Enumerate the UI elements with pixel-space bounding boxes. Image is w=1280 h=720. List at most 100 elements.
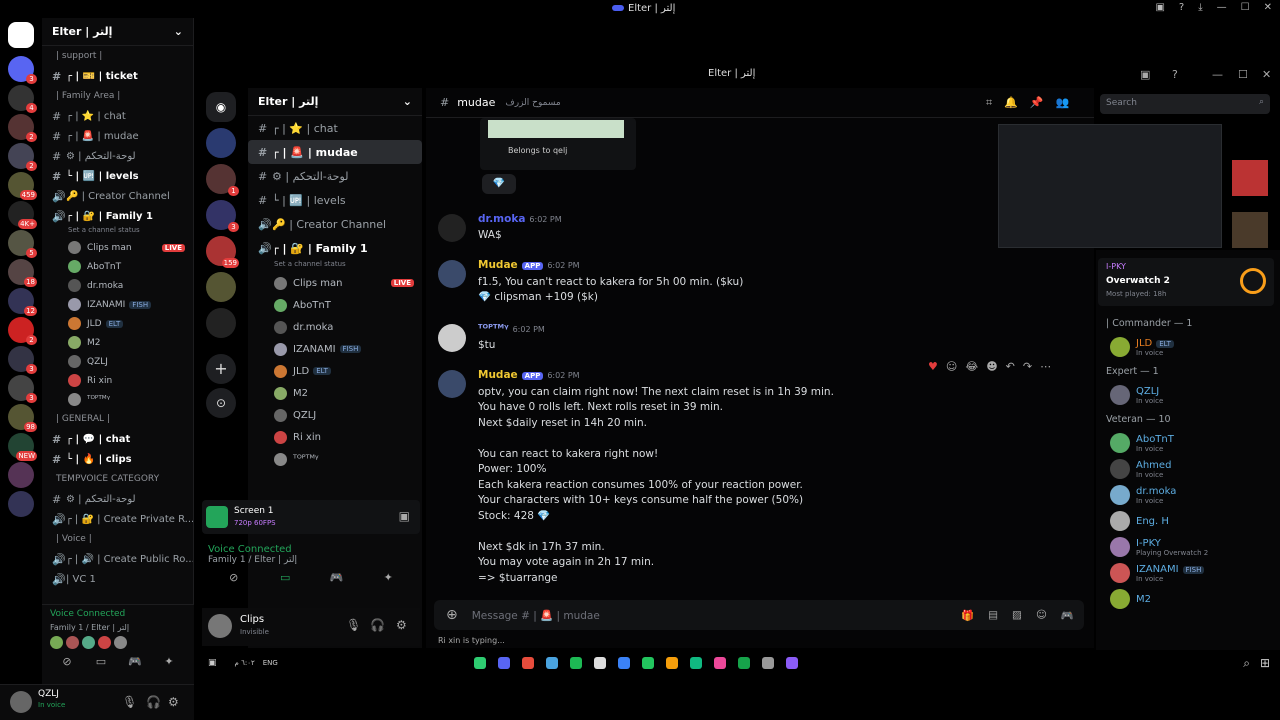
member-item[interactable]: QZLJ In voice [1096,382,1280,408]
windows-icon[interactable]: ⊞ [1260,656,1270,670]
add-reaction-icon[interactable]: ☻ [986,360,997,373]
server-icon[interactable] [206,308,236,338]
channel-item[interactable]: # ┌ | ⭐ | chat [248,116,422,140]
server-icon[interactable] [8,491,34,517]
avatar[interactable] [438,214,466,242]
activity-icon[interactable]: 🎮 [125,655,145,668]
message-author[interactable]: dr.moka [478,213,525,225]
taskbar-app-icon[interactable] [617,657,630,669]
inbox-icon[interactable]: ▣ [1155,2,1164,13]
activity-icon[interactable]: 🎮 [327,571,347,584]
taskbar-app-icon[interactable] [785,657,798,669]
kakera-reaction[interactable]: 💎 [482,174,516,194]
taskbar-app-icon[interactable] [761,657,774,669]
channel-item[interactable]: # ⚙ | لوحة-التحكم [42,146,193,166]
server-icon[interactable]: 1 [206,164,239,196]
server-icon[interactable]: 12 [8,288,37,316]
voice-user[interactable]: QZLJ [42,352,193,371]
voice-user[interactable]: M2 [42,333,193,352]
help-icon[interactable]: ? [1179,2,1184,13]
voice-user[interactable]: Clips man LIVE [248,272,422,294]
avatar[interactable] [438,370,466,398]
channel-item[interactable]: 🔊 🔑 | Creator Channel [42,186,193,206]
taskbar-app-icon[interactable] [665,657,678,669]
avatar[interactable] [208,614,232,638]
server-icon[interactable]: 2 [8,317,37,345]
channel-item[interactable]: # ┌ | 🎫 | ticket [42,66,193,86]
discord-home-icon[interactable] [8,22,34,48]
message-input[interactable]: ⊕ Message # | 🚨 | mudae 🎁 ▤ ▨ ☺ 🎮 [434,600,1084,630]
member-item[interactable]: IZANAMI FISH In voice [1096,560,1280,586]
soundboard-icon[interactable]: ✦ [159,655,179,668]
laugh-icon[interactable]: 😂 [965,360,978,373]
gift-icon[interactable]: 🎁 [961,609,974,622]
server-icon[interactable] [8,462,34,488]
member-item[interactable]: M2 [1096,586,1280,612]
sticker-icon[interactable]: ▨ [1012,609,1022,622]
server-icon[interactable]: NEW [8,433,37,461]
add-server-icon[interactable]: + [206,354,236,384]
channel-status[interactable]: Set a channel status [248,260,422,272]
voice-user[interactable]: Clips man LIVE [42,238,193,257]
maximize-icon[interactable]: ☐ [1241,2,1250,13]
apps-icon[interactable]: 🎮 [1061,609,1074,622]
server-icon[interactable]: 3 [8,346,37,374]
server-icon[interactable]: 3 [8,375,37,403]
channel-item[interactable]: # ┌ | ⭐ | chat [42,106,193,126]
voice-user[interactable]: QZLJ [248,404,422,426]
voice-user[interactable]: IZANAMI FISH [248,338,422,360]
channel-item[interactable]: # └ | 🆙 | levels [248,188,422,212]
channel-item[interactable]: # └ | 🆙 | levels [42,166,193,186]
taskbar-app-icon[interactable] [737,657,750,669]
server-icon[interactable]: 18 [8,259,37,287]
add-attachment-icon[interactable]: ⊕ [446,607,458,623]
message-author[interactable]: Mudae [478,369,518,381]
search-icon[interactable]: ⌕ [1243,656,1250,671]
member-item[interactable]: JLD ELT In voice [1096,334,1280,360]
gif-icon[interactable]: ▤ [988,609,998,622]
soundboard-icon[interactable]: ✦ [378,571,398,584]
camera-icon[interactable]: ⊘ [57,655,77,668]
taskbar-app-icon[interactable] [473,657,486,669]
message-author[interactable]: ᵀᴼᴾᵀᴹᵞ [478,323,509,335]
taskbar-app-icon[interactable] [641,657,654,669]
server-icon[interactable]: 3 [206,200,239,232]
mic-icon[interactable]: 🎙 [346,618,361,632]
voice-user[interactable]: Ri xin [42,371,193,390]
discord-home-icon[interactable]: ◉ [206,92,236,122]
taskbar-app-icon[interactable] [713,657,726,669]
stream-thumb[interactable] [1232,212,1268,248]
channel-item[interactable]: 🔊 ┌ | 🔐 | Family 1 [248,236,422,260]
voice-user[interactable]: dr.moka [248,316,422,338]
headphones-icon[interactable]: 🎧 [370,618,385,632]
taskbar-app-icon[interactable] [569,657,582,669]
threads-icon[interactable]: ⌗ [986,96,992,110]
channel-item[interactable]: # ┌ | 💬 | chat [42,429,193,449]
voice-user[interactable]: JLD ELT [248,360,422,382]
server-icon[interactable]: 159 [206,236,239,268]
server-icon[interactable]: 2 [8,143,37,171]
screen-share-icon[interactable]: ▭ [91,655,111,668]
screen-share-icon[interactable]: ▭ [275,571,295,584]
server-icon[interactable]: 98 [8,404,37,432]
member-item[interactable]: AboTnT In voice [1096,430,1280,456]
channel-category[interactable]: | Voice | [42,529,193,549]
gear-icon[interactable]: ⚙ [168,695,179,709]
channel-item[interactable]: 🔊 ┌ | 🔐 | Family 1 [42,206,193,226]
avatar[interactable] [438,260,466,288]
channel-item[interactable]: 🔊 ┌ | 🔐 | Create Private R... [42,509,193,529]
voice-user[interactable]: M2 [248,382,422,404]
bell-icon[interactable]: 🔔 [1004,96,1018,110]
channel-status[interactable]: Set a channel status [42,226,193,238]
server-icon[interactable]: 459 [8,172,37,200]
screen-share-card[interactable]: Screen 1 720p 60FPS ▣ [202,500,420,534]
voice-user[interactable]: JLD ELT [42,314,193,333]
inbox-icon[interactable]: ▣ [1140,68,1150,81]
taskbar-app-icon[interactable] [545,657,558,669]
message-author[interactable]: Mudae [478,259,518,271]
inner-guild-header[interactable]: Elter | إلتر ⌄ [248,88,422,116]
gear-icon[interactable]: ⚙ [396,618,407,632]
channel-item[interactable]: 🔊 ┌ | 🔊 | Create Public Ro... [42,549,193,569]
voice-user[interactable]: AboTnT [248,294,422,316]
reply-icon[interactable]: ↶ [1006,360,1015,373]
